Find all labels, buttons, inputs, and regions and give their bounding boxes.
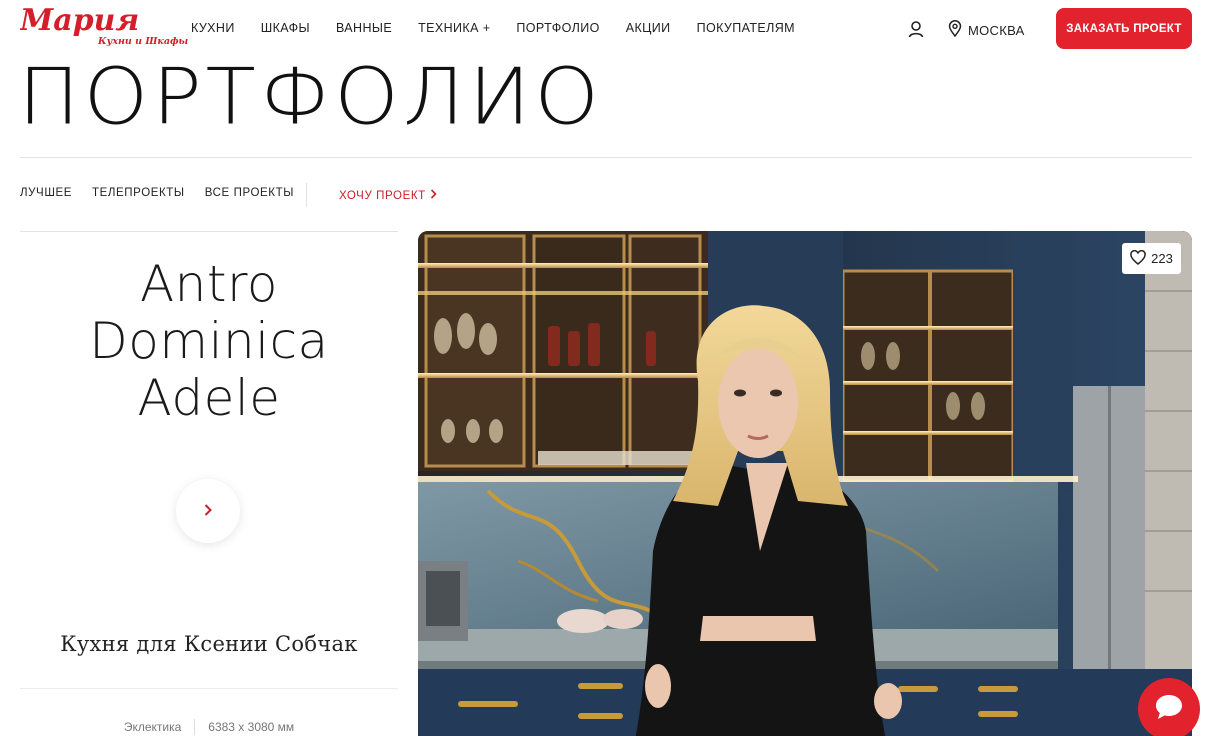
project-name: Antro Dominica Adele bbox=[20, 256, 398, 427]
project-name-line: Antro bbox=[139, 255, 279, 313]
portfolio-filters: ЛУЧШЕЕ ТЕЛЕПРОЕКТЫ ВСЕ ПРОЕКТЫ bbox=[20, 187, 314, 199]
project-name-line: Dominica bbox=[89, 312, 329, 370]
location-pin-icon bbox=[948, 20, 962, 41]
nav-item-portfolio[interactable]: ПОРТФОЛИО bbox=[516, 21, 599, 35]
city-selector[interactable]: МОСКВА bbox=[948, 20, 1025, 41]
nav-item-wardrobes[interactable]: ШКАФЫ bbox=[261, 21, 310, 35]
chevron-right-icon bbox=[203, 502, 213, 521]
project-style: Эклектика bbox=[123, 720, 182, 734]
filter-tab-tv-projects[interactable]: ТЕЛЕПРОЕКТЫ bbox=[92, 187, 185, 199]
project-subtitle: Кухня для Ксении Собчак bbox=[60, 632, 358, 656]
nav-item-customers[interactable]: ПОКУПАТЕЛЯМ bbox=[697, 21, 795, 35]
chat-button[interactable] bbox=[1138, 678, 1200, 736]
nav-item-appliances[interactable]: ТЕХНИКА + bbox=[418, 21, 490, 35]
nav-item-kitchens[interactable]: КУХНИ bbox=[191, 21, 235, 35]
likes-count: 223 bbox=[1151, 251, 1173, 266]
chat-icon bbox=[1154, 693, 1184, 725]
nav-item-bathrooms[interactable]: ВАННЫЕ bbox=[336, 21, 392, 35]
brand-logo[interactable]: Мария Кухни и Шкафы bbox=[20, 6, 188, 50]
filter-divider bbox=[306, 183, 307, 207]
want-project-link[interactable]: ХОЧУ ПРОЕКТ bbox=[339, 189, 437, 202]
filter-tab-all-projects[interactable]: ВСЕ ПРОЕКТЫ bbox=[205, 187, 294, 199]
meta-separator bbox=[194, 719, 196, 735]
user-icon[interactable] bbox=[907, 20, 925, 38]
order-project-button[interactable]: ЗАКАЗАТЬ ПРОЕКТ bbox=[1056, 8, 1192, 49]
card-top-divider bbox=[20, 231, 398, 232]
likes-button[interactable]: 223 bbox=[1122, 243, 1181, 274]
page-title: ПОРТФОЛИО bbox=[18, 52, 603, 143]
chevron-right-icon bbox=[430, 189, 437, 202]
logo-wordmark: Мария bbox=[20, 6, 139, 36]
site-header: Мария Кухни и Шкафы КУХНИ ШКАФЫ ВАННЫЕ Т… bbox=[0, 0, 1212, 58]
city-label: МОСКВА bbox=[968, 23, 1025, 38]
title-divider bbox=[20, 157, 1192, 158]
filter-tab-best[interactable]: ЛУЧШЕЕ bbox=[20, 187, 72, 199]
project-meta: Эклектика 6383 х 3080 мм bbox=[20, 719, 398, 735]
project-dimensions: 6383 х 3080 мм bbox=[208, 720, 295, 734]
nav-item-promotions[interactable]: АКЦИИ bbox=[626, 21, 671, 35]
project-photo[interactable] bbox=[418, 231, 1192, 736]
main-nav: КУХНИ ШКАФЫ ВАННЫЕ ТЕХНИКА + ПОРТФОЛИО А… bbox=[191, 21, 821, 35]
next-project-button[interactable] bbox=[176, 479, 240, 543]
want-project-label: ХОЧУ ПРОЕКТ bbox=[339, 189, 426, 202]
logo-subtitle: Кухни и Шкафы bbox=[98, 36, 189, 47]
card-bottom-divider bbox=[20, 688, 398, 689]
heart-icon bbox=[1130, 249, 1146, 268]
project-name-line: Adele bbox=[137, 369, 281, 427]
